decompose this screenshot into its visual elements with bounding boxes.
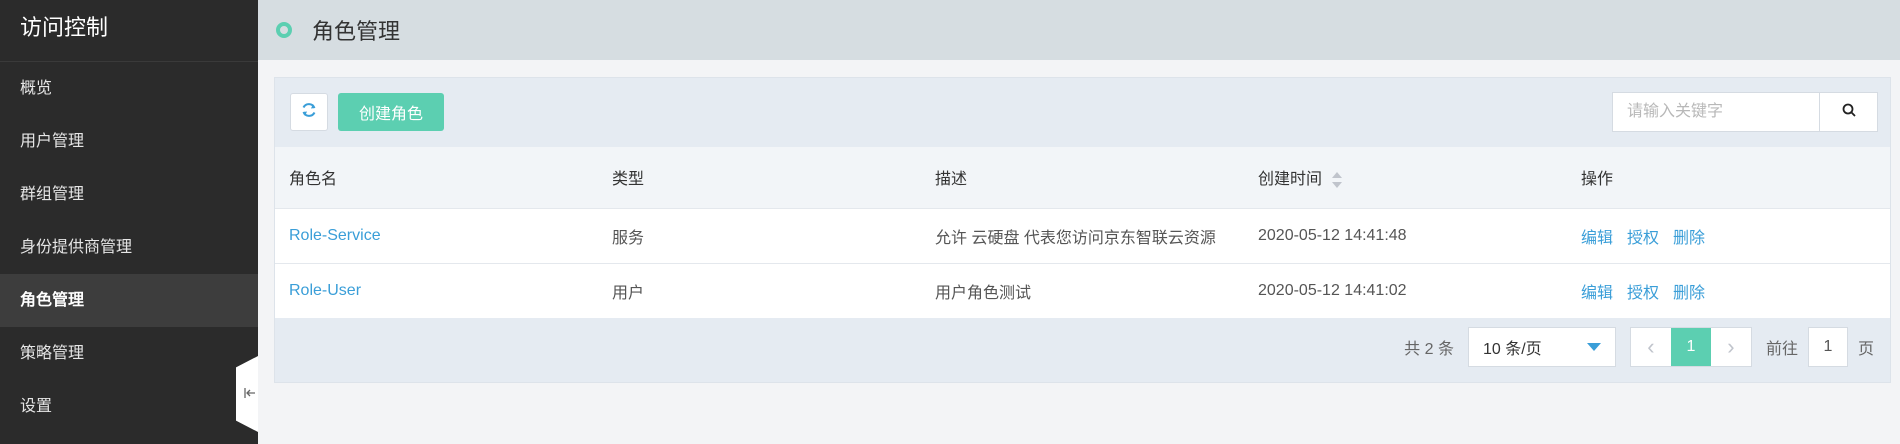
chevron-left-icon: ‹ (1647, 334, 1655, 359)
refresh-icon (300, 101, 318, 124)
column-header-type: 类型 (612, 171, 645, 189)
role-created-time: 2020-05-12 14:41:02 (1258, 281, 1407, 299)
page-title: 角色管理 (312, 19, 401, 44)
total-count: 共 2 条 (1404, 341, 1454, 358)
column-header-description: 描述 (935, 171, 968, 189)
sidebar-item-groups[interactable]: 群组管理 (0, 168, 258, 221)
refresh-button[interactable] (290, 93, 328, 131)
role-created-time: 2020-05-12 14:41:48 (1258, 226, 1407, 244)
sidebar-item-identity-providers[interactable]: 身份提供商管理 (0, 221, 258, 274)
page-unit-label: 页 (1857, 341, 1874, 358)
page-header: 角色管理 (258, 0, 1900, 60)
goto-page-input[interactable] (1807, 327, 1848, 367)
pagination: 共 2 条 10 条/页 ‹ 1 › 前往 页 (275, 312, 1890, 382)
role-actions: 编辑 授权 删除 (1567, 263, 1890, 318)
edit-link[interactable]: 编辑 (1581, 285, 1613, 302)
chevron-right-icon: › (1727, 334, 1735, 359)
role-list-panel: 创建角色 角色名 类型 描述 创建时间 操作 (274, 77, 1891, 383)
prev-page-button[interactable]: ‹ (1631, 328, 1671, 366)
sidebar-nav: 概览 用户管理 群组管理 身份提供商管理 角色管理 策略管理 设置 (0, 62, 258, 433)
search-button[interactable] (1819, 93, 1877, 131)
sidebar-item-settings[interactable]: 设置 (0, 380, 258, 433)
sidebar-item-policies[interactable]: 策略管理 (0, 327, 258, 380)
goto-label: 前往 (1765, 341, 1798, 358)
toolbar: 创建角色 (275, 78, 1890, 147)
page-button-current[interactable]: 1 (1670, 328, 1711, 366)
role-type: 服务 (612, 229, 645, 247)
page-size-select[interactable]: 10 条/页 (1467, 327, 1616, 367)
sort-icon[interactable] (1332, 172, 1343, 189)
create-role-button[interactable]: 创建角色 (338, 93, 444, 131)
pager: ‹ 1 › (1629, 327, 1752, 367)
column-header-created-time-label: 创建时间 (1258, 171, 1323, 189)
sidebar-collapse-button[interactable] (236, 356, 258, 432)
column-header-role-name: 角色名 (289, 171, 338, 189)
sidebar-item-users[interactable]: 用户管理 (0, 115, 258, 168)
role-type: 用户 (612, 284, 645, 302)
column-header-actions: 操作 (1581, 171, 1614, 189)
search-icon (1842, 103, 1856, 122)
search-box (1612, 92, 1878, 132)
edit-link[interactable]: 编辑 (1581, 230, 1613, 247)
role-actions: 编辑 授权 删除 (1567, 208, 1890, 263)
app-title: 访问控制 (0, 0, 258, 62)
table-row: Role-User 用户 用户角色测试 2020-05-12 14:41:02 … (275, 263, 1890, 318)
role-description: 用户角色测试 (935, 284, 1032, 302)
roles-table: 角色名 类型 描述 创建时间 操作 Role-Service 服务 允许 云硬盘… (275, 147, 1890, 318)
chevron-down-icon (1586, 343, 1601, 351)
search-input[interactable] (1613, 93, 1819, 131)
next-page-button[interactable]: › (1711, 328, 1751, 366)
column-header-created-time[interactable]: 创建时间 (1244, 147, 1567, 208)
sidebar-item-roles[interactable]: 角色管理 (0, 274, 258, 327)
sidebar-item-overview[interactable]: 概览 (0, 62, 258, 115)
page-size-value: 10 条/页 (1482, 341, 1542, 358)
authorize-link[interactable]: 授权 (1627, 285, 1659, 302)
role-name-link[interactable]: Role-User (275, 263, 598, 318)
table-header-row: 角色名 类型 描述 创建时间 操作 (275, 147, 1890, 208)
title-marker-icon (276, 22, 292, 38)
role-description: 允许 云硬盘 代表您访问京东智联云资源 (935, 229, 1216, 247)
collapse-left-icon (244, 386, 256, 402)
role-name-link[interactable]: Role-Service (275, 208, 598, 263)
table-row: Role-Service 服务 允许 云硬盘 代表您访问京东智联云资源 2020… (275, 208, 1890, 263)
delete-link[interactable]: 删除 (1673, 285, 1705, 302)
sidebar: 访问控制 概览 用户管理 群组管理 身份提供商管理 角色管理 策略管理 设置 (0, 0, 258, 444)
authorize-link[interactable]: 授权 (1627, 230, 1659, 247)
delete-link[interactable]: 删除 (1673, 230, 1705, 247)
